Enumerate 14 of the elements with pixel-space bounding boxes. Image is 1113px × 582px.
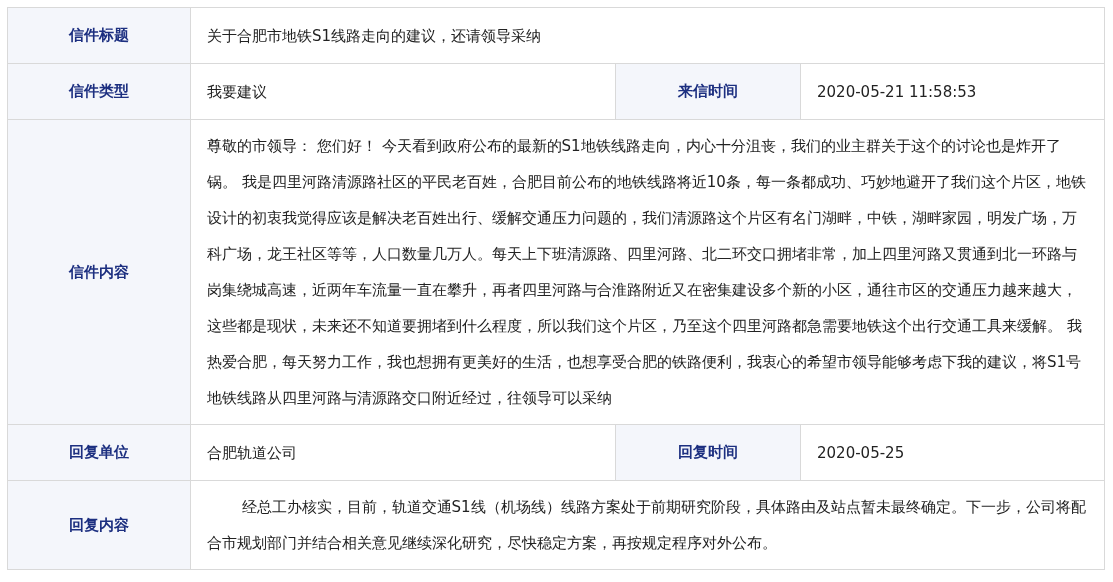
field-value: 关于合肥市地铁S1线路走向的建议，还请领导采纳 xyxy=(190,7,1105,64)
field-label: 信件标题 xyxy=(7,7,191,64)
field-label: 信件内容 xyxy=(7,119,191,425)
field-value: 2020-05-21 11:58:53 xyxy=(800,63,1105,120)
field-value: 2020-05-25 xyxy=(800,424,1105,481)
field-value: 经总工办核实，目前，轨道交通S1线（机场线）线路方案处于前期研究阶段，具体路由及站点暂未最终确定。下一步，公司将配合市规划部门并结合相关意见继续深化研究，尽快稳定方案，再按规定程序对外公布。 xyxy=(190,480,1105,570)
field-value: 尊敬的市领导： 您们好！ 今天看到政府公布的最新的S1地铁线路走向，内心十分沮丧，我们的业主群关于这个的讨论也是炸开了锅。 我是四里河路清源路社区的平民老百姓，合肥目前公布的地铁线路将近10条，每一条都成功、巧妙地避开了我们这个片区，地铁设计的初衷我觉得应该是解决老百姓出行、缓解交通压力问题的，我们清源路这个片区有名门湖畔，中铁，湖畔家园，明发广场，万科广场，龙王社区等等，人口数量几万人。每天上下班清源路、四里河路、北二环交口拥堵非常，加上四里河路又贯通到北一环路与岗集绕城高速，近两年车流量一直在攀升，再者四里河路与合淮路附近又在密集建设多个新的小区，通往市区的交通压力越来越大，这些都是现状，未来还不知道要拥堵到什么程度，所以我们这个片区，乃至这个四里河路都急需要地铁这个出行交通工具来缓解。 我热爱合肥，每天努力工作，我也想拥有更美好的生活，也想享受合肥的铁路便利，我衷心的希望市领导能够考虑下我的建议，将S1号地铁线路从四里河路与清源路交口附近经过，往领导可以采纳 xyxy=(190,119,1105,425)
field-label: 来信时间 xyxy=(615,63,801,120)
field-value: 我要建议 xyxy=(190,63,616,120)
field-value: 合肥轨道公司 xyxy=(190,424,616,481)
field-label: 回复内容 xyxy=(7,480,191,570)
field-label: 信件类型 xyxy=(7,63,191,120)
field-label: 回复单位 xyxy=(7,424,191,481)
field-label: 回复时间 xyxy=(615,424,801,481)
